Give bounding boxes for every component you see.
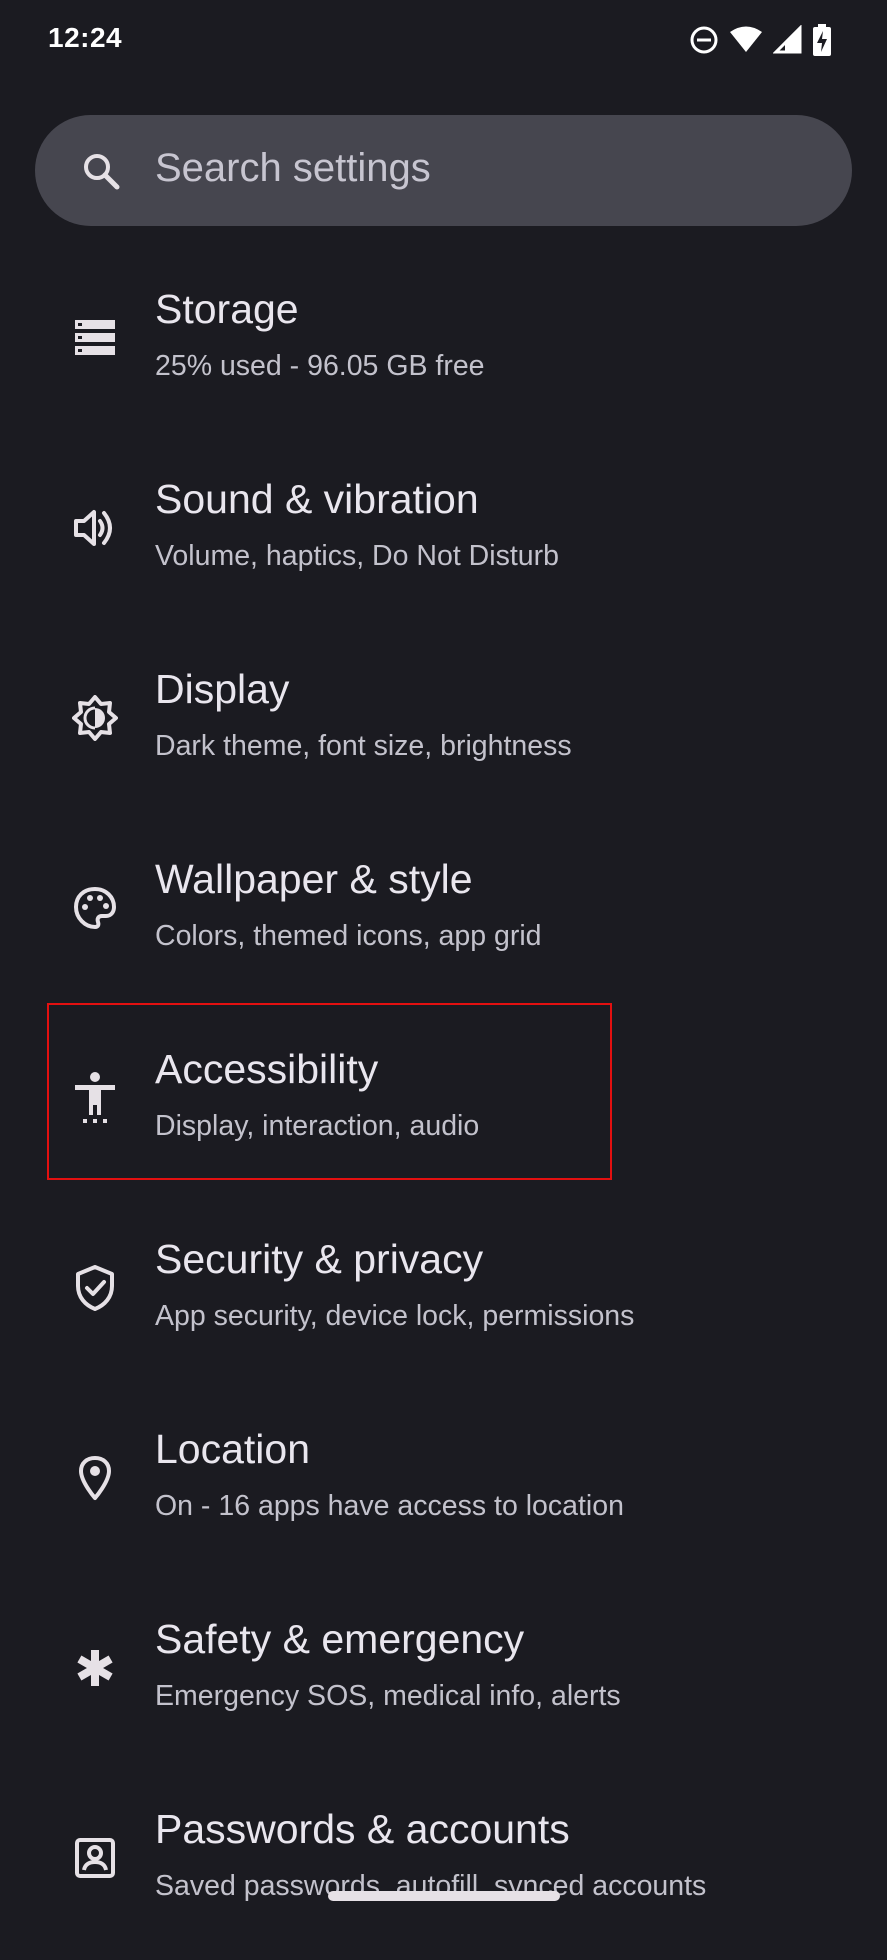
- item-subtitle: Colors, themed icons, app grid: [155, 920, 542, 952]
- item-subtitle: Display, interaction, audio: [155, 1110, 480, 1142]
- item-title: Security & privacy: [155, 1236, 484, 1282]
- search-input[interactable]: Search settings: [155, 146, 431, 191]
- item-title: Location: [155, 1426, 311, 1472]
- volume-icon: [70, 503, 120, 553]
- location-pin-icon: [70, 1453, 120, 1503]
- item-title: Accessibility: [155, 1046, 379, 1092]
- item-title: Storage: [155, 286, 299, 332]
- item-subtitle: Emergency SOS, medical info, alerts: [155, 1680, 621, 1712]
- account-box-icon: [70, 1833, 120, 1883]
- settings-item-wallpaper-style[interactable]: Wallpaper & style Colors, themed icons, …: [0, 820, 887, 1010]
- palette-icon: [70, 883, 120, 933]
- item-title: Wallpaper & style: [155, 856, 473, 902]
- asterisk-icon: [70, 1643, 120, 1693]
- item-subtitle: 25% used - 96.05 GB free: [155, 350, 485, 382]
- settings-item-display[interactable]: Display Dark theme, font size, brightnes…: [0, 630, 887, 820]
- search-bar[interactable]: Search settings: [35, 115, 852, 226]
- settings-item-safety-emergency[interactable]: Safety & emergency Emergency SOS, medica…: [0, 1580, 887, 1770]
- item-title: Sound & vibration: [155, 476, 479, 522]
- cellular-signal-icon: [773, 25, 803, 55]
- settings-item-passwords-accounts[interactable]: Passwords & accounts Saved passwords, au…: [0, 1770, 887, 1960]
- settings-item-accessibility[interactable]: Accessibility Display, interaction, audi…: [0, 1010, 887, 1200]
- settings-list: Storage 25% used - 96.05 GB free Sound &…: [0, 250, 887, 1960]
- status-icons: [689, 24, 831, 56]
- settings-item-security-privacy[interactable]: Security & privacy App security, device …: [0, 1200, 887, 1390]
- settings-item-storage[interactable]: Storage 25% used - 96.05 GB free: [0, 250, 887, 440]
- storage-icon: [70, 313, 120, 363]
- item-title: Display: [155, 666, 290, 712]
- brightness-icon: [70, 693, 120, 743]
- item-title: Safety & emergency: [155, 1616, 525, 1662]
- search-icon: [82, 152, 120, 195]
- item-subtitle: Volume, haptics, Do Not Disturb: [155, 540, 559, 572]
- shield-check-icon: [70, 1263, 120, 1313]
- battery-charging-icon: [813, 24, 831, 56]
- settings-item-location[interactable]: Location On - 16 apps have access to loc…: [0, 1390, 887, 1580]
- item-subtitle: App security, device lock, permissions: [155, 1300, 635, 1332]
- navigation-handle[interactable]: [328, 1891, 560, 1901]
- accessibility-icon: [70, 1072, 120, 1123]
- item-subtitle: Dark theme, font size, brightness: [155, 730, 572, 762]
- status-bar: 12:24: [0, 0, 887, 80]
- item-title: Passwords & accounts: [155, 1806, 570, 1852]
- item-subtitle: On - 16 apps have access to location: [155, 1490, 624, 1522]
- settings-item-sound-vibration[interactable]: Sound & vibration Volume, haptics, Do No…: [0, 440, 887, 630]
- wifi-icon: [729, 25, 763, 55]
- status-time: 12:24: [48, 22, 123, 53]
- do-not-disturb-icon: [689, 25, 719, 55]
